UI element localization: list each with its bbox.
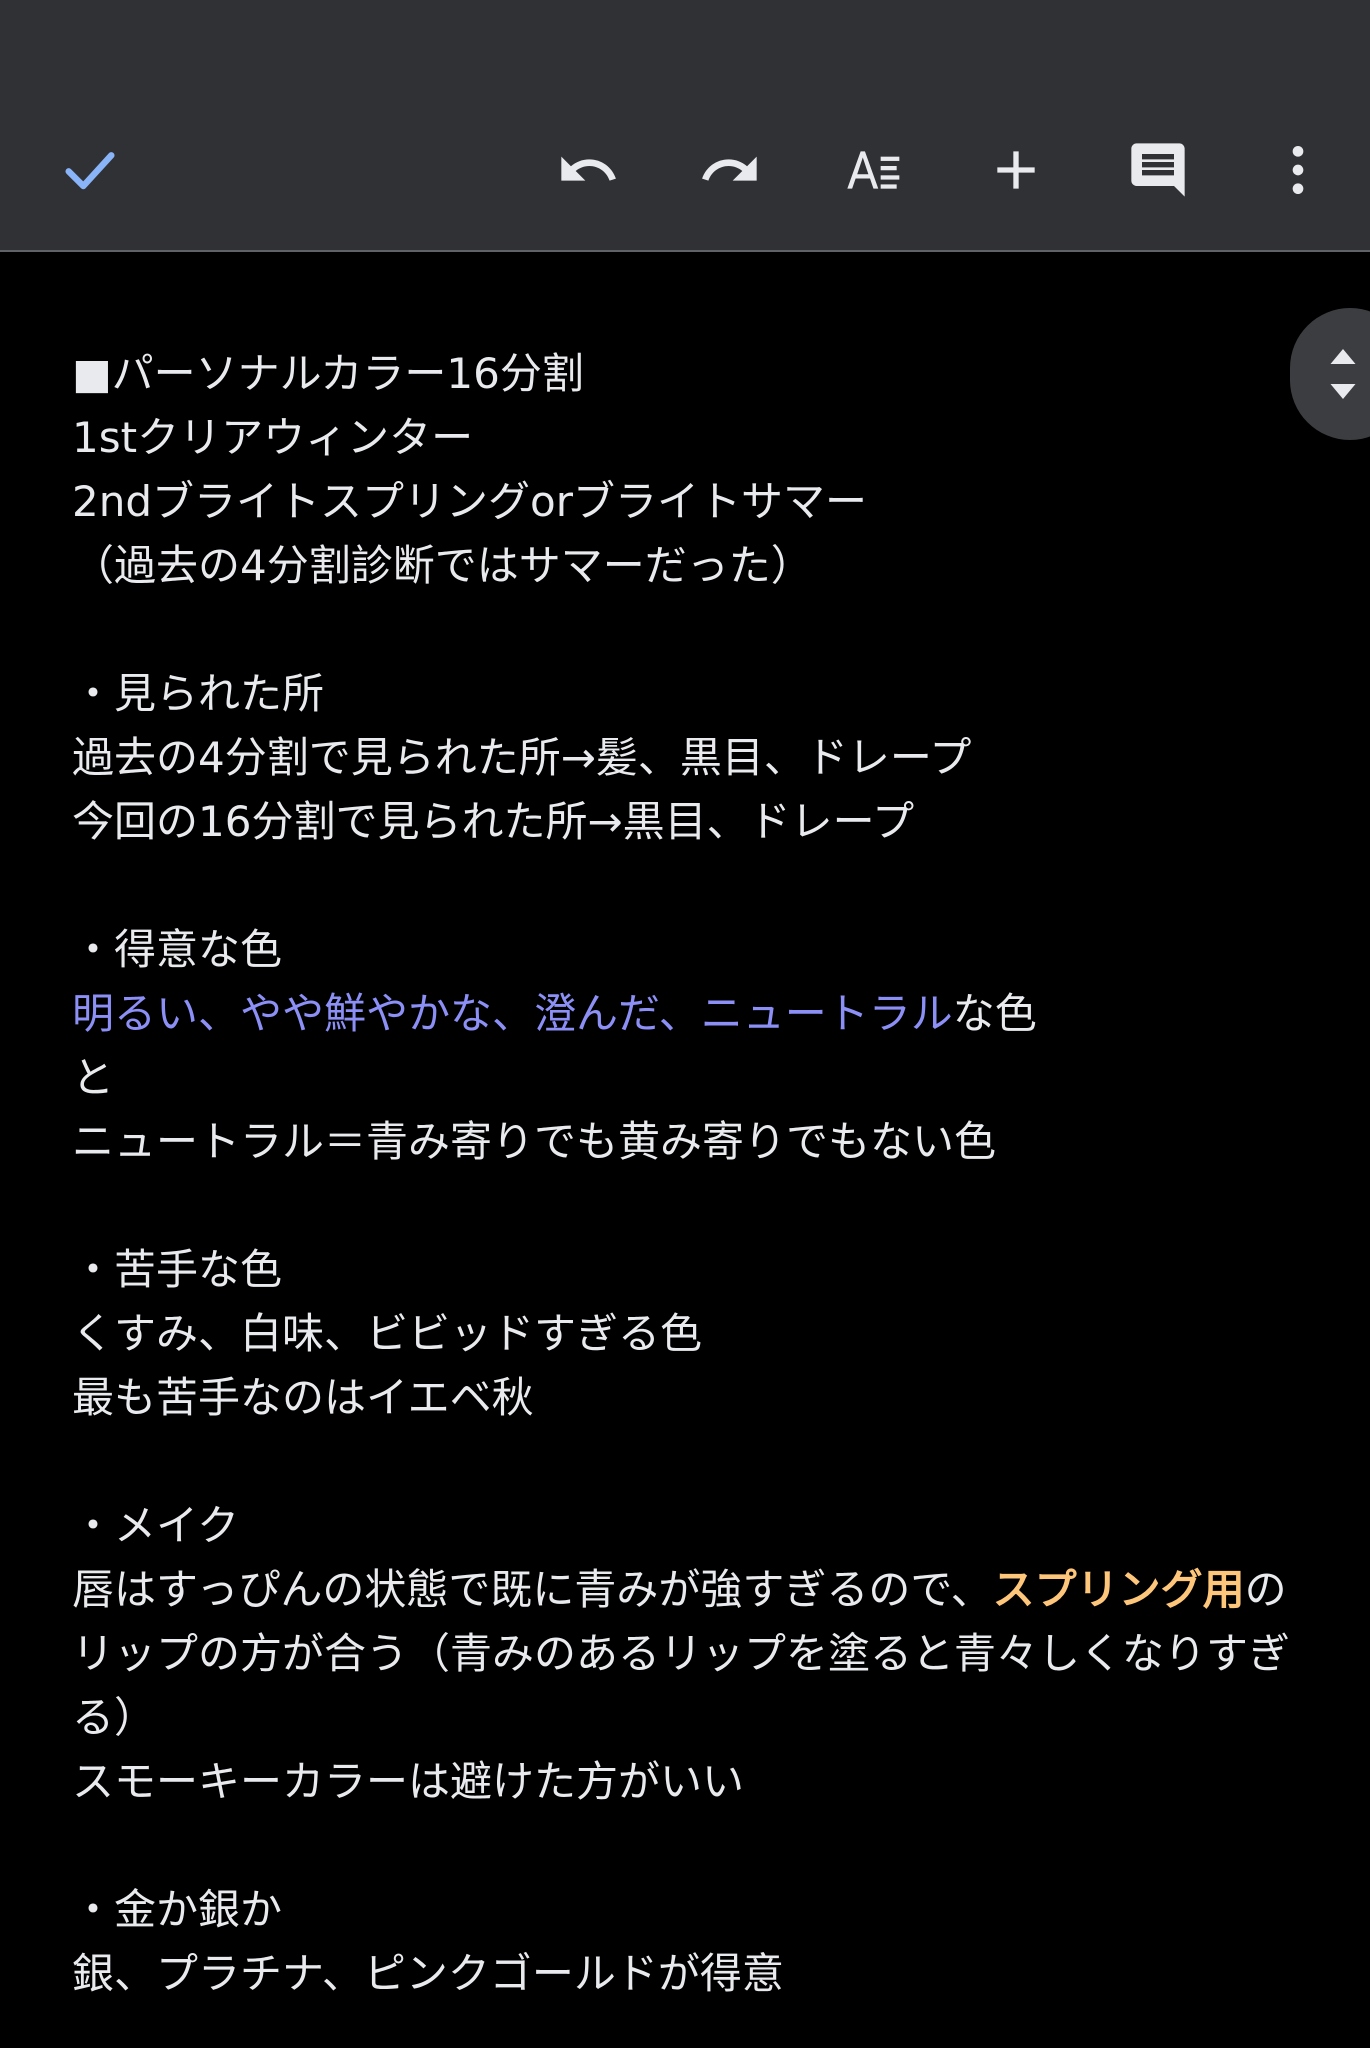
doc-text: 唇はすっぴんの状態で既に青みが強すぎるので、 xyxy=(72,1565,993,1614)
redo-icon xyxy=(702,156,757,181)
doc-line: 明るい、やや鮮やかな、澄んだ、ニュートラルな色 xyxy=(72,982,1310,1046)
scroll-arrows-icon xyxy=(1330,349,1356,399)
doc-line: 1stクリアウィンター xyxy=(72,413,474,462)
doc-line: と xyxy=(72,1053,115,1102)
doc-line: 銀、プラチナ、ピンクゴールドが得意 xyxy=(72,1949,784,1998)
insert-button[interactable] xyxy=(976,130,1056,210)
document-body[interactable]: ■パーソナルカラー16分割 1stクリアウィンター 2ndブライトスプリングor… xyxy=(72,342,1310,2006)
add-icon xyxy=(997,151,1035,189)
doc-line: 今回の16分割で見られた所→黒目、ドレープ xyxy=(72,797,915,846)
doc-heading: ■パーソナルカラー16分割 xyxy=(72,349,584,398)
doc-paragraph: 唇はすっぴんの状態で既に青みが強すぎるので、スプリング用のリップの方が合う（青み… xyxy=(72,1558,1310,1750)
doc-section-heading: ・金か銀か xyxy=(72,1885,283,1934)
doc-section-heading: ・得意な色 xyxy=(72,925,283,974)
doc-section-heading: ・メイク xyxy=(72,1501,240,1550)
doc-text: な色 xyxy=(952,989,1037,1038)
done-button[interactable] xyxy=(50,130,130,210)
toolbar xyxy=(0,0,1370,252)
doc-section-heading: ・苦手な色 xyxy=(72,1245,283,1294)
more-options-button[interactable] xyxy=(1258,130,1338,210)
highlighted-text: スプリング用 xyxy=(992,1565,1245,1614)
redo-button[interactable] xyxy=(690,130,770,210)
doc-line: ニュートラル＝青み寄りでも黄み寄りでもない色 xyxy=(72,1117,997,1166)
doc-line: 最も苦手なのはイエベ秋 xyxy=(72,1373,534,1422)
doc-line: くすみ、白味、ビビッドすぎる色 xyxy=(72,1309,703,1358)
check-icon xyxy=(65,152,115,190)
text-format-icon xyxy=(847,151,900,189)
comment-icon xyxy=(1131,143,1185,197)
doc-section-heading: ・見られた所 xyxy=(72,669,325,718)
doc-line: スモーキーカラーは避けた方がいい xyxy=(72,1757,745,1806)
undo-icon xyxy=(561,156,616,181)
doc-line: 過去の4分割で見られた所→髪、黒目、ドレープ xyxy=(72,733,972,782)
comment-button[interactable] xyxy=(1118,130,1198,210)
doc-line: （過去の4分割診断ではサマーだった） xyxy=(72,541,813,590)
text-format-button[interactable] xyxy=(834,130,914,210)
more-vert-icon xyxy=(1292,146,1304,194)
blue-colored-text: 明るい、やや鮮やかな、澄んだ、ニュートラル xyxy=(72,989,953,1038)
doc-line: 2ndブライトスプリングorブライトサマー xyxy=(72,477,867,526)
undo-button[interactable] xyxy=(548,130,628,210)
